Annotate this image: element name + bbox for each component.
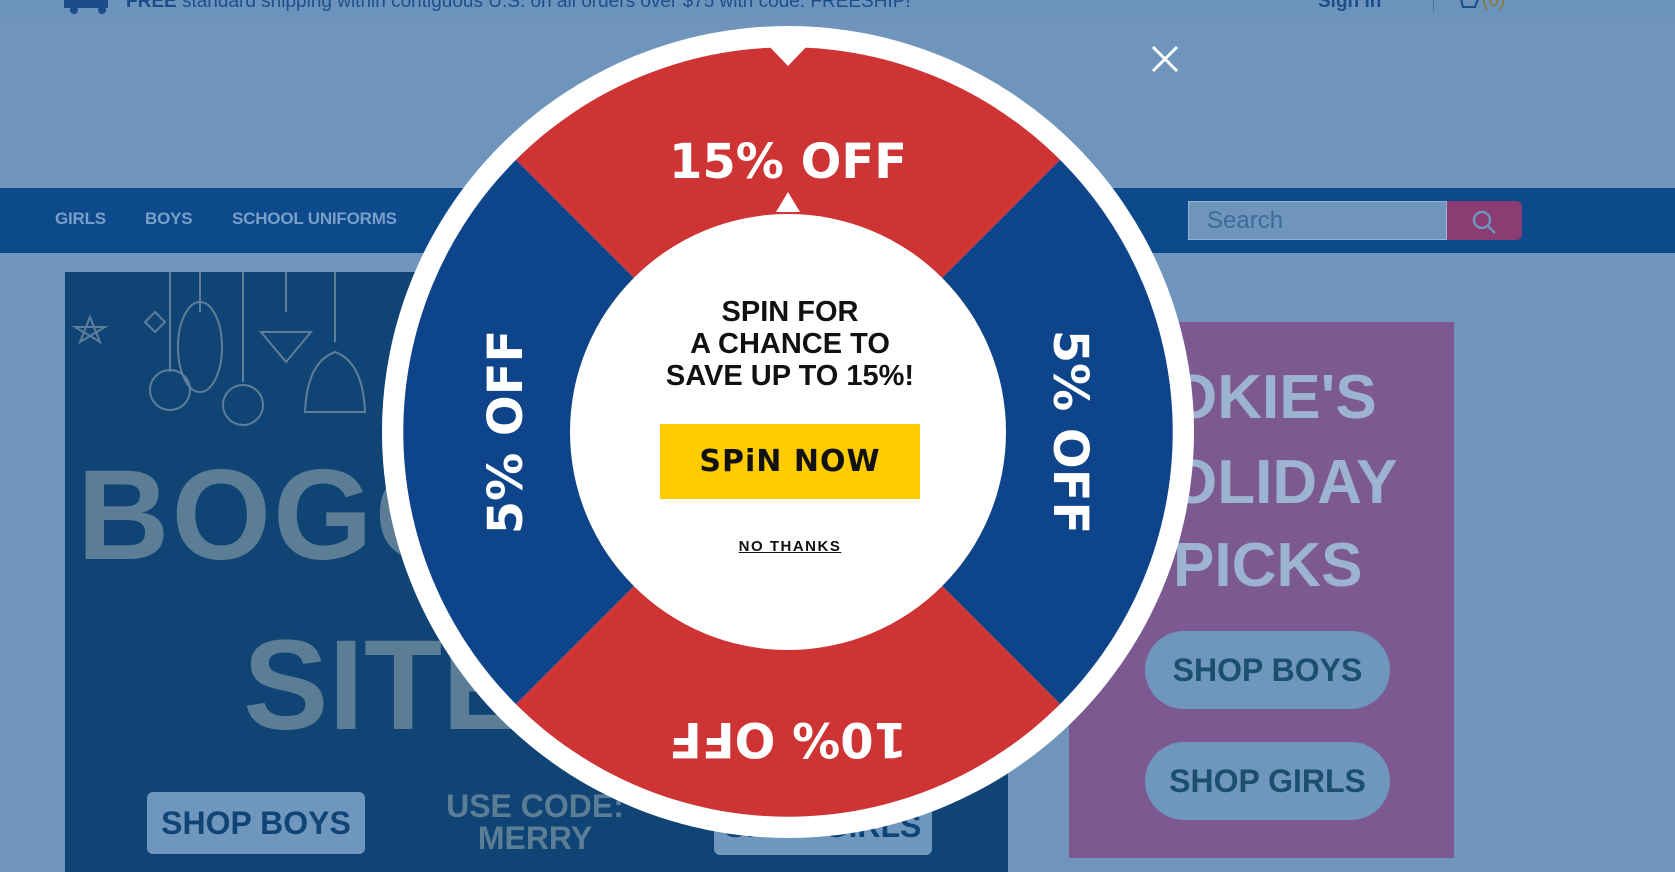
sign-in-link[interactable]: Sign In: [1318, 0, 1381, 13]
search-icon: [1472, 210, 1496, 234]
divider: [1433, 0, 1434, 12]
banner-headline-2: OLIDAY: [1169, 448, 1398, 517]
search-input[interactable]: Search: [1188, 201, 1447, 240]
segment-label-bottom: 10% OFF: [669, 711, 907, 767]
no-thanks-link[interactable]: NO THANKS: [660, 538, 920, 555]
segment-label-left: 5% OFF: [478, 330, 534, 535]
shop-boys-button[interactable]: SHOP BOYS: [147, 792, 365, 854]
nav-item-school-uniforms[interactable]: SCHOOL UNIFORMS: [232, 209, 397, 229]
cart-icon[interactable]: [1455, 0, 1479, 12]
spin-now-button[interactable]: SPiN NOW: [660, 424, 920, 499]
search-button[interactable]: [1447, 201, 1522, 240]
promo-text: FREE standard shipping within contiguous…: [126, 0, 911, 12]
banner-headline-3: PICKS: [1173, 531, 1363, 600]
truck-icon: [64, 0, 108, 14]
cart-count: (0): [1482, 0, 1506, 11]
segment-label-right: 5% OFF: [1042, 330, 1098, 535]
banner-headline: OKIE'S: [1169, 363, 1377, 432]
nav-item-girls[interactable]: GIRLS: [55, 209, 106, 229]
popup-heading: SPIN FOR A CHANCE TO SAVE UP TO 15%!: [665, 296, 915, 392]
segment-label-top: 15% OFF: [669, 134, 907, 190]
nav-item-boys[interactable]: BOYS: [145, 209, 193, 229]
promo-bar: FREE standard shipping within contiguous…: [0, 0, 1675, 18]
